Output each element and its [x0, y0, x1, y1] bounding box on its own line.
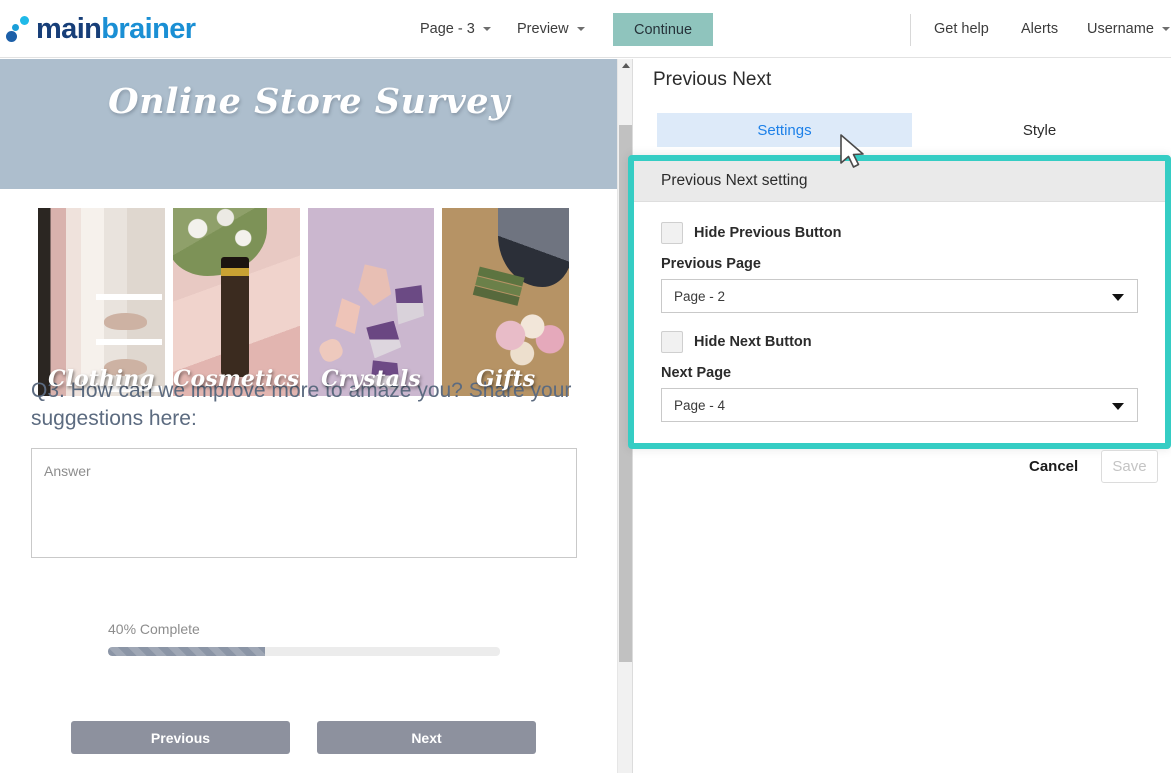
hide-next-row[interactable]: Hide Next Button — [661, 331, 1138, 353]
previous-page-label: Previous Page — [661, 256, 1138, 272]
category-tile-label: Crystals — [308, 366, 435, 392]
logo-text-main: main — [36, 13, 101, 45]
hide-previous-label: Hide Previous Button — [694, 225, 841, 241]
setting-form: Hide Previous Button Previous Page Page … — [634, 203, 1165, 443]
hide-previous-row[interactable]: Hide Previous Button — [661, 222, 1138, 244]
previous-page-value: Page - 2 — [674, 289, 725, 304]
answer-input[interactable] — [31, 448, 577, 558]
category-tile-cosmetics[interactable]: Cosmetics — [173, 208, 300, 396]
cancel-button[interactable]: Cancel — [1029, 458, 1078, 475]
save-button[interactable]: Save — [1101, 450, 1158, 483]
panel-title: Previous Next — [653, 69, 771, 91]
hide-next-label: Hide Next Button — [694, 334, 812, 350]
tab-settings[interactable]: Settings — [657, 113, 912, 147]
category-tile-label: Gifts — [442, 366, 569, 392]
tab-style[interactable]: Style — [912, 113, 1167, 147]
panel-tabs: Settings Style — [657, 113, 1167, 147]
nav-divider — [910, 14, 911, 46]
next-page-select[interactable]: Page - 4 — [661, 388, 1138, 422]
progress-bar — [108, 647, 500, 656]
category-tile-clothing[interactable]: Clothing — [38, 208, 165, 396]
chevron-down-icon — [483, 27, 491, 31]
survey-header-banner: Online Store Survey — [0, 59, 618, 189]
preview-dropdown[interactable]: Preview — [517, 21, 585, 37]
chevron-down-icon — [1112, 403, 1124, 410]
survey-next-button[interactable]: Next — [317, 721, 536, 754]
logo-dots-icon — [6, 16, 36, 42]
category-tile-label: Cosmetics — [173, 366, 300, 392]
page-selector-label: Page - 3 — [420, 21, 475, 37]
chevron-down-icon — [1162, 27, 1170, 31]
mainbrainer-logo[interactable]: mainbrainer — [6, 10, 195, 48]
continue-button[interactable]: Continue — [613, 13, 713, 46]
alerts-link[interactable]: Alerts — [1021, 21, 1058, 37]
next-page-value: Page - 4 — [674, 398, 725, 413]
category-image-collage: Clothing Cosmetics Crystals Gifts — [31, 202, 576, 307]
hide-previous-checkbox[interactable] — [661, 222, 683, 244]
previous-next-setting-highlight-box: Previous Next setting Hide Previous Butt… — [628, 155, 1171, 449]
preview-label: Preview — [517, 21, 569, 37]
survey-title: Online Store Survey — [0, 81, 618, 122]
username-label: Username — [1087, 21, 1154, 37]
survey-preview-pane: Online Store Survey Clothing Cosmetics C… — [0, 59, 618, 773]
top-navigation-bar: mainbrainer Page - 3 Preview Continue Ge… — [0, 0, 1171, 58]
category-tile-gifts[interactable]: Gifts — [442, 208, 569, 396]
next-page-label: Next Page — [661, 365, 1138, 381]
username-menu[interactable]: Username — [1087, 21, 1170, 37]
logo-wordmark: mainbrainer — [36, 15, 195, 44]
page-selector-dropdown[interactable]: Page - 3 — [420, 21, 491, 37]
progress-bar-fill — [108, 647, 265, 656]
hide-next-checkbox[interactable] — [661, 331, 683, 353]
scroll-up-arrow-icon[interactable] — [622, 63, 630, 68]
logo-text-brainer: brainer — [101, 13, 195, 45]
settings-panel: Previous Next Settings Style Previous Ne… — [633, 59, 1171, 773]
setting-section-header: Previous Next setting — [634, 161, 1165, 202]
progress-label: 40% Complete — [108, 621, 200, 637]
chevron-down-icon — [577, 27, 585, 31]
survey-previous-button[interactable]: Previous — [71, 721, 290, 754]
get-help-link[interactable]: Get help — [934, 21, 989, 37]
category-tile-crystals[interactable]: Crystals — [308, 208, 435, 396]
chevron-down-icon — [1112, 294, 1124, 301]
category-tile-label: Clothing — [38, 366, 165, 392]
previous-page-select[interactable]: Page - 2 — [661, 279, 1138, 313]
